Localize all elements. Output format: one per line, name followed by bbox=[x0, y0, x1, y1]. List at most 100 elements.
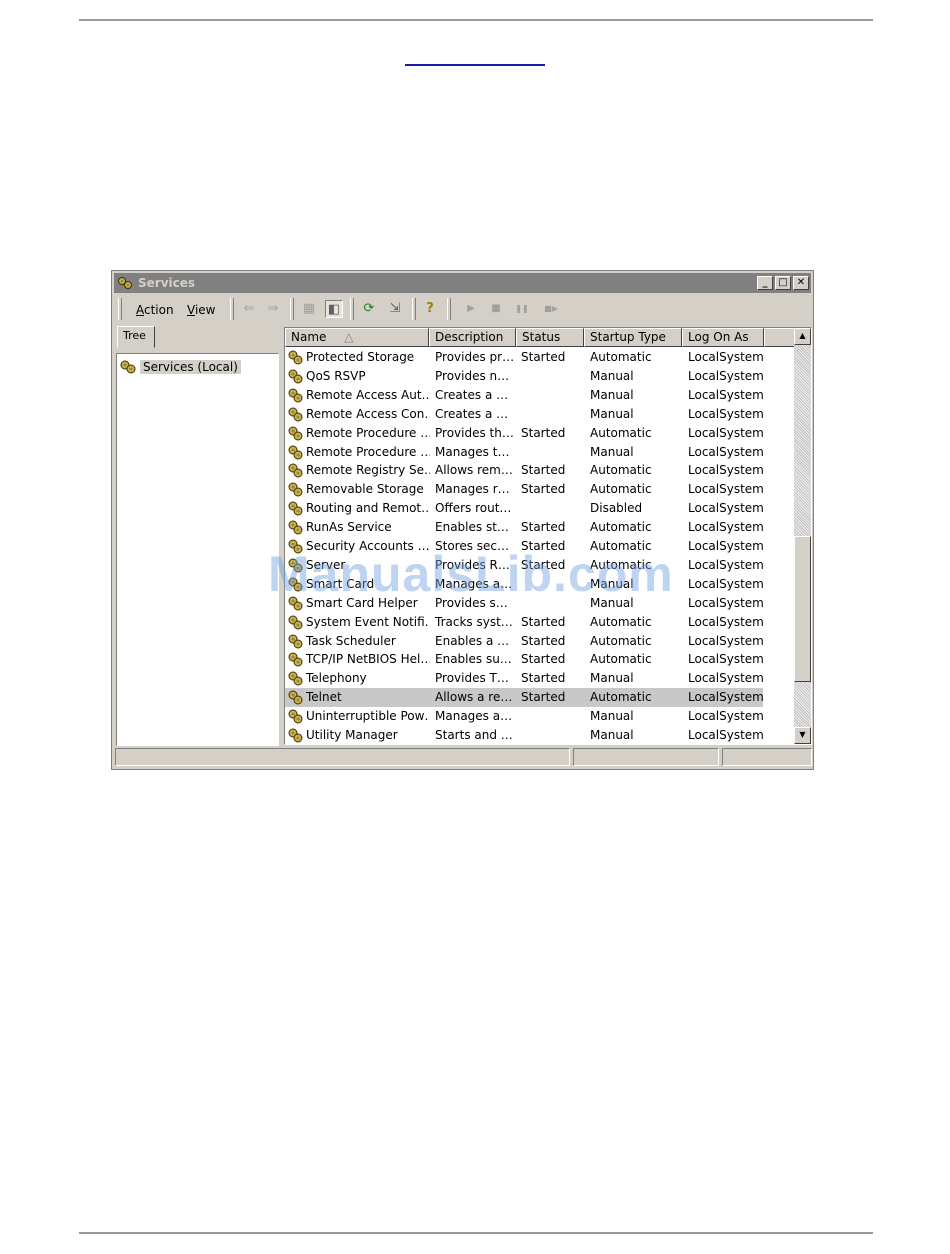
service-startup-type: Automatic bbox=[590, 633, 652, 648]
table-row[interactable]: Security Accounts … Stores sec… Started Aut… bbox=[285, 537, 764, 556]
service-description: Provides s… bbox=[435, 595, 508, 610]
table-row[interactable]: Routing and Remot… Offers rout… Disabled Lo… bbox=[285, 499, 764, 518]
table-row[interactable]: Protected Storage Provides pr… Started Auto… bbox=[285, 348, 764, 367]
tab-tree[interactable]: Tree bbox=[117, 326, 155, 348]
service-gear-icon bbox=[288, 501, 303, 516]
table-row[interactable]: Remote Procedure … Provides th… Started Aut… bbox=[285, 424, 764, 443]
service-log-on-as: LocalSystem bbox=[688, 406, 764, 421]
service-name: Remote Access Con… bbox=[306, 406, 430, 421]
sort-ascending-icon: △ bbox=[344, 330, 354, 344]
service-name: Remote Access Aut… bbox=[306, 387, 430, 402]
table-row[interactable]: Telnet Allows a re… Started Automatic LocalS… bbox=[285, 688, 764, 708]
table-row[interactable]: Remote Registry Se… Allows rem… Started Aut… bbox=[285, 461, 764, 480]
table-row[interactable]: Remote Access Con… Creates a … Manual Local… bbox=[285, 405, 764, 424]
scroll-up-button[interactable]: ▲ bbox=[794, 328, 811, 345]
page-bottom-rule bbox=[79, 1232, 873, 1234]
service-description: Enables su… bbox=[435, 652, 512, 667]
service-startup-type: Disabled bbox=[590, 501, 643, 516]
restart-service-icon[interactable]: ■▶ bbox=[539, 300, 563, 318]
table-row[interactable]: System Event Notifi… Tracks syst… Started A… bbox=[285, 613, 764, 632]
pause-service-icon[interactable]: ❚❚ bbox=[513, 300, 531, 318]
minimize-button[interactable]: _ bbox=[757, 276, 773, 290]
export-list-icon[interactable]: ⇲ bbox=[386, 300, 404, 318]
service-description: Allows a re… bbox=[435, 690, 513, 705]
service-status: Started bbox=[521, 520, 566, 535]
service-startup-type: Manual bbox=[590, 368, 634, 383]
service-description: Creates a … bbox=[435, 406, 509, 421]
table-row[interactable]: Uninterruptible Pow… Manages a… Manual Loca… bbox=[285, 707, 764, 726]
table-row[interactable]: Task Scheduler Enables a … Started Automati… bbox=[285, 632, 764, 651]
stop-service-icon[interactable]: ■ bbox=[487, 300, 505, 318]
show-hide-tree-icon[interactable]: ◧ bbox=[325, 300, 343, 318]
service-status: Started bbox=[521, 690, 566, 705]
vertical-scrollbar[interactable]: ▲ ▼ bbox=[794, 328, 811, 744]
service-description: Manages a… bbox=[435, 576, 513, 591]
page-top-rule bbox=[79, 19, 873, 21]
service-startup-type: Automatic bbox=[590, 520, 652, 535]
title-bar[interactable]: Services _ □ ✕ bbox=[114, 273, 811, 293]
table-row[interactable]: Removable Storage Manages r… Started Automa… bbox=[285, 480, 764, 499]
table-row[interactable]: Server Provides R… Started Automatic LocalSy… bbox=[285, 556, 764, 575]
hyperlink-underline[interactable] bbox=[405, 64, 545, 66]
table-row[interactable]: Remote Access Aut… Creates a … Manual Local… bbox=[285, 386, 764, 405]
column-header-name-label: Name bbox=[291, 330, 327, 344]
column-header-status[interactable]: Status bbox=[516, 328, 584, 347]
scroll-thumb[interactable] bbox=[794, 536, 811, 682]
service-startup-type: Manual bbox=[590, 709, 634, 724]
tree-node-label: Services (Local) bbox=[140, 360, 241, 374]
column-header-description[interactable]: Description bbox=[429, 328, 516, 347]
back-icon[interactable]: ⇐ bbox=[240, 300, 258, 318]
tree-node-services-local[interactable]: Services (Local) bbox=[119, 358, 241, 376]
service-name: Telnet bbox=[306, 690, 342, 705]
service-description: Tracks syst… bbox=[435, 614, 513, 629]
help-icon[interactable]: ? bbox=[421, 300, 439, 318]
table-row[interactable]: Smart Card Helper Provides s… Manual LocalS… bbox=[285, 594, 764, 613]
table-row[interactable]: QoS RSVP Provides n… Manual LocalSystem bbox=[285, 367, 764, 386]
services-list[interactable]: Name △ Description Status Startup Type L… bbox=[284, 327, 812, 745]
service-gear-icon bbox=[288, 596, 303, 611]
service-gear-icon bbox=[288, 615, 303, 630]
status-bar bbox=[114, 747, 812, 767]
column-header-startup-type[interactable]: Startup Type bbox=[584, 328, 682, 347]
menu-view[interactable]: View bbox=[187, 303, 215, 317]
table-row[interactable]: Smart Card Manages a… Manual LocalSystem bbox=[285, 575, 764, 594]
table-row[interactable]: Remote Procedure … Manages t… Manual LocalS… bbox=[285, 443, 764, 462]
refresh-icon[interactable]: ⟳ bbox=[360, 300, 378, 318]
service-log-on-as: LocalSystem bbox=[688, 425, 764, 440]
service-startup-type: Manual bbox=[590, 444, 634, 459]
table-row[interactable]: Telephony Provides T… Started Manual LocalSy… bbox=[285, 669, 764, 688]
service-log-on-as: LocalSystem bbox=[688, 595, 764, 610]
services-window: Services _ □ ✕ Action View ⇐ ⇒ ▦ ◧ ⟳ ⇲ ?… bbox=[111, 270, 814, 770]
service-name: Security Accounts … bbox=[306, 539, 430, 553]
service-status: Started bbox=[521, 671, 566, 686]
start-service-icon[interactable]: ▶ bbox=[462, 300, 480, 318]
service-log-on-as: LocalSystem bbox=[688, 368, 764, 383]
service-log-on-as: LocalSystem bbox=[688, 387, 764, 402]
service-log-on-as: LocalSystem bbox=[688, 633, 764, 648]
menu-view-hotkey: V bbox=[187, 303, 195, 317]
maximize-button[interactable]: □ bbox=[775, 276, 791, 290]
service-status: Started bbox=[521, 614, 566, 629]
service-log-on-as: LocalSystem bbox=[688, 463, 764, 478]
column-header-log-on-as[interactable]: Log On As bbox=[682, 328, 764, 347]
close-button[interactable]: ✕ bbox=[793, 276, 809, 290]
table-row[interactable]: TCP/IP NetBIOS Hel… Enables su… Started Aut… bbox=[285, 650, 764, 669]
toolbar: Action View ⇐ ⇒ ▦ ◧ ⟳ ⇲ ? ▶ ■ ❚❚ ■▶ bbox=[114, 295, 811, 323]
service-gear-icon bbox=[288, 463, 303, 478]
toolbar-grip-2[interactable] bbox=[230, 298, 234, 320]
service-name: TCP/IP NetBIOS Hel… bbox=[306, 652, 430, 667]
table-row[interactable]: Utility Manager Starts and … Manual LocalSy… bbox=[285, 726, 764, 744]
column-header-name[interactable]: Name △ bbox=[285, 328, 429, 347]
service-description: Provides R… bbox=[435, 557, 510, 572]
service-description: Allows rem… bbox=[435, 463, 513, 478]
toolbar-grip[interactable] bbox=[118, 298, 122, 320]
menu-action[interactable]: Action bbox=[136, 303, 174, 317]
up-folder-icon[interactable]: ▦ bbox=[300, 300, 318, 318]
tree-pane[interactable]: Services (Local) bbox=[116, 353, 279, 746]
scroll-down-button[interactable]: ▼ bbox=[794, 727, 811, 744]
forward-icon[interactable]: ⇒ bbox=[264, 300, 282, 318]
service-description: Manages t… bbox=[435, 444, 510, 459]
menu-view-label: iew bbox=[194, 303, 216, 317]
service-description: Provides n… bbox=[435, 368, 510, 383]
table-row[interactable]: RunAs Service Enables st… Started Automatic… bbox=[285, 518, 764, 537]
